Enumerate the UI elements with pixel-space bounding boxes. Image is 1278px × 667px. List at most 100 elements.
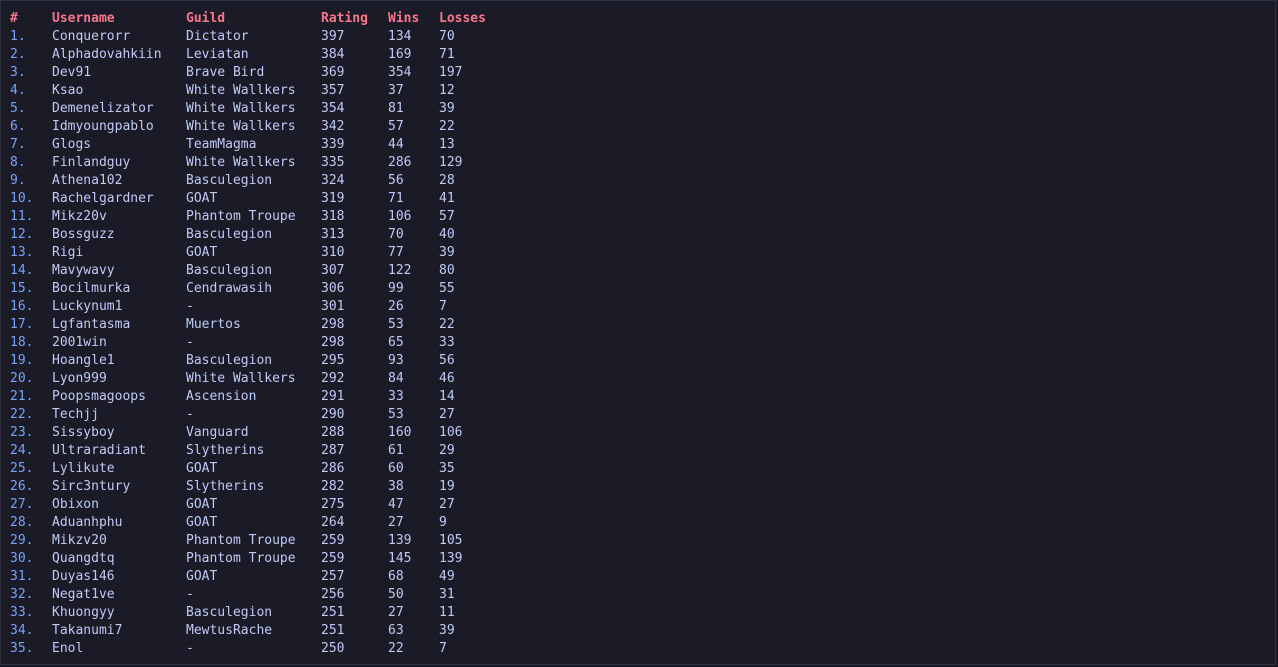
username-cell: Obixon [52,497,99,512]
table-row: 30. Quangdtq Phantom Troupe 259 145 139 [10,550,499,568]
wins-cell: 27 [388,605,404,620]
rank-cell: 31. [10,569,34,584]
wins-cell: 37 [388,83,404,98]
wins-cell: 26 [388,299,404,314]
username-cell: Rachelgardner [52,191,154,206]
guild-cell: TeamMagma [186,137,257,152]
rank-cell: 15. [10,281,34,296]
leaderboard-table: # Username Guild Rating Wins Losses 1. Co… [10,10,499,658]
guild-cell: Leviatan [186,47,249,62]
username-cell: Poopsmagoops [52,389,146,404]
rank-cell: 34. [10,623,34,638]
wins-cell: 93 [388,353,404,368]
table-row: 19. Hoangle1 Basculegion 295 93 56 [10,352,499,370]
table-row: 14. Mavywavy Basculegion 307 122 80 [10,262,499,280]
table-row: 8. Finlandguy White Wallkers 335 286 129 [10,154,499,172]
wins-cell: 57 [388,119,404,134]
rank-cell: 16. [10,299,34,314]
rank-cell: 1. [10,29,26,44]
table-row: 25. Lylikute GOAT 286 60 35 [10,460,499,478]
rating-cell: 250 [321,641,345,656]
guild-cell: Phantom Troupe [186,551,296,566]
rating-cell: 298 [321,317,345,332]
rating-cell: 264 [321,515,345,530]
leaderboard-rows: 1. Conquerorr Dictator 397 134 70 2. Alphadovah… [10,28,499,658]
rank-cell: 23. [10,425,34,440]
rank-cell: 6. [10,119,26,134]
losses-cell: 39 [439,101,455,116]
rank-cell: 2. [10,47,26,62]
wins-cell: 84 [388,371,404,386]
rank-cell: 26. [10,479,34,494]
username-cell: Mavywavy [52,263,115,278]
guild-cell: White Wallkers [186,83,296,98]
rank-cell: 7. [10,137,26,152]
username-cell: Takanumi7 [52,623,123,638]
rating-cell: 342 [321,119,345,134]
rating-cell: 251 [321,623,345,638]
username-cell: Ksao [52,83,84,98]
username-cell: Sissyboy [52,425,115,440]
rank-cell: 25. [10,461,34,476]
table-row: 4. Ksao White Wallkers 357 37 12 [10,82,499,100]
rating-cell: 318 [321,209,345,224]
leaderboard-header-row: # Username Guild Rating Wins Losses [10,10,499,28]
rank-cell: 18. [10,335,34,350]
losses-cell: 27 [439,497,455,512]
wins-cell: 145 [388,551,412,566]
rank-cell: 24. [10,443,34,458]
guild-cell: Basculegion [186,605,273,620]
table-row: 3. Dev91 Brave Bird 369 354 197 [10,64,499,82]
rating-cell: 369 [321,65,345,80]
table-row: 34. Takanumi7 MewtusRache 251 63 39 [10,622,499,640]
rank-cell: 8. [10,155,26,170]
username-cell: Luckynum1 [52,299,123,314]
table-row: 27. Obixon GOAT 275 47 27 [10,496,499,514]
rank-cell: 13. [10,245,34,260]
rating-cell: 257 [321,569,345,584]
header-wins: Wins [388,11,420,26]
wins-cell: 22 [388,641,404,656]
rating-cell: 295 [321,353,345,368]
header-rank: # [10,11,18,26]
username-cell: 2001win [52,335,107,350]
losses-cell: 9 [439,515,447,530]
losses-cell: 49 [439,569,455,584]
losses-cell: 57 [439,209,455,224]
header-username: Username [52,11,115,26]
wins-cell: 65 [388,335,404,350]
losses-cell: 70 [439,29,455,44]
username-cell: Mikz20v [52,209,107,224]
losses-cell: 106 [439,425,463,440]
guild-cell: - [186,407,194,422]
guild-cell: White Wallkers [186,371,296,386]
rating-cell: 275 [321,497,345,512]
table-row: 17. Lgfantasma Muertos 298 53 22 [10,316,499,334]
guild-cell: GOAT [186,461,218,476]
header-guild: Guild [186,11,226,26]
guild-cell: White Wallkers [186,101,296,116]
username-cell: Lgfantasma [52,317,131,332]
rating-cell: 286 [321,461,345,476]
rank-cell: 33. [10,605,34,620]
table-row: 32. Negat1ve - 256 50 31 [10,586,499,604]
table-row: 5. Demenelizator White Wallkers 354 81 39 [10,100,499,118]
guild-cell: Basculegion [186,353,273,368]
wins-cell: 169 [388,47,412,62]
username-cell: Aduanhphu [52,515,123,530]
username-cell: Finlandguy [52,155,131,170]
losses-cell: 41 [439,191,455,206]
table-row: 26. Sirc3ntury Slytherins 282 38 19 [10,478,499,496]
username-cell: Ultraradiant [52,443,146,458]
rank-cell: 27. [10,497,34,512]
username-cell: Bocilmurka [52,281,131,296]
rating-cell: 259 [321,551,345,566]
losses-cell: 39 [439,245,455,260]
losses-cell: 27 [439,407,455,422]
guild-cell: White Wallkers [186,119,296,134]
wins-cell: 68 [388,569,404,584]
losses-cell: 80 [439,263,455,278]
wins-cell: 60 [388,461,404,476]
username-cell: Khuongyy [52,605,115,620]
username-cell: Sirc3ntury [52,479,131,494]
